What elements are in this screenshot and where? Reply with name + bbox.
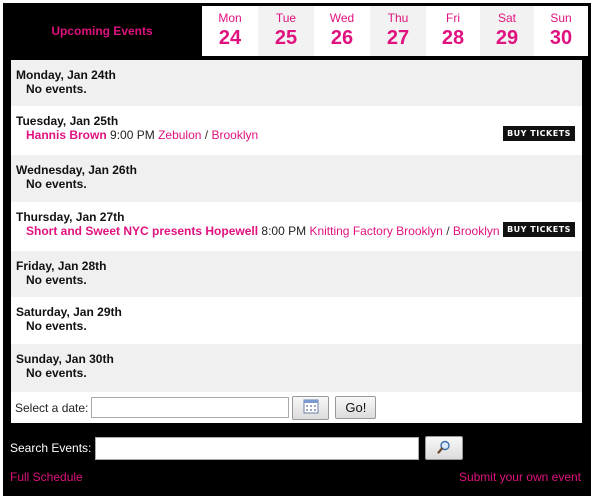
day-name: Thu <box>387 11 409 25</box>
separator: / <box>204 128 209 142</box>
day-name: Wed <box>329 11 355 25</box>
day-tab-fri[interactable]: Fri 28 <box>426 6 480 56</box>
day-block-sunday: Sunday, Jan 30th No events. <box>11 344 582 392</box>
day-block-thursday: Thursday, Jan 27th Short and Sweet NYC p… <box>11 202 582 251</box>
date-select-row: Select a date: Go! <box>11 392 582 423</box>
events-list: Monday, Jan 24th No events. Tuesday, Jan… <box>11 60 582 423</box>
day-number: 30 <box>549 27 573 49</box>
day-number: 27 <box>386 27 410 49</box>
day-heading: Monday, Jan 24th <box>16 68 116 82</box>
separator: / <box>446 224 450 238</box>
submit-event-link[interactable]: Submit your own event <box>459 470 581 484</box>
event-name-link[interactable]: Hannis Brown <box>26 128 107 142</box>
day-number: 29 <box>495 27 519 49</box>
search-input[interactable] <box>95 436 420 460</box>
day-tab-sat[interactable]: Sat 29 <box>480 6 534 56</box>
day-number: 25 <box>274 27 298 49</box>
calendar-icon <box>303 399 319 417</box>
day-block-wednesday: Wednesday, Jan 26th No events. <box>11 155 582 202</box>
day-selector: Mon 24 Tue 25 Wed 26 Thu 27 Fri 28 Sat 2… <box>202 6 588 56</box>
event-row: Short and Sweet NYC presents Hopewell 8:… <box>16 222 582 249</box>
day-tab-wed[interactable]: Wed 26 <box>314 6 370 56</box>
buy-tickets-button[interactable]: BUY TICKETS <box>503 222 575 237</box>
go-button[interactable]: Go! <box>335 396 377 419</box>
date-select-label: Select a date: <box>15 400 89 415</box>
day-heading: Sunday, Jan 30th <box>16 352 114 366</box>
full-schedule-link[interactable]: Full Schedule <box>10 470 83 484</box>
day-heading: Thursday, Jan 27th <box>16 210 125 224</box>
widget-header: Upcoming Events Mon 24 Tue 25 Wed 26 Thu… <box>3 3 591 59</box>
day-name: Sun <box>550 11 572 25</box>
search-row: Search Events: <box>10 435 464 461</box>
date-input[interactable] <box>91 397 290 418</box>
search-button[interactable] <box>425 436 464 460</box>
day-heading: Wednesday, Jan 26th <box>16 163 137 177</box>
day-tab-thu[interactable]: Thu 27 <box>370 6 426 56</box>
no-events-text: No events. <box>26 366 87 380</box>
event-row: Hannis Brown 9:00 PM Zebulon / Brooklyn … <box>16 126 582 153</box>
city-link[interactable]: Brooklyn <box>211 128 258 142</box>
day-heading: Saturday, Jan 29th <box>16 305 122 319</box>
day-block-tuesday: Tuesday, Jan 25th Hannis Brown 9:00 PM Z… <box>11 106 582 155</box>
calendar-button[interactable] <box>292 395 330 420</box>
day-name: Tue <box>275 11 297 25</box>
day-heading: Friday, Jan 28th <box>16 259 107 273</box>
no-events-text: No events. <box>26 319 87 333</box>
city-link[interactable]: Brooklyn <box>453 224 500 238</box>
buy-tickets-button[interactable]: BUY TICKETS <box>503 126 575 141</box>
day-tab-tue[interactable]: Tue 25 <box>258 6 314 56</box>
search-label: Search Events: <box>10 441 92 455</box>
day-name: Fri <box>446 11 460 25</box>
day-tab-sun[interactable]: Sun 30 <box>534 6 588 56</box>
no-events-text: No events. <box>26 82 87 96</box>
day-name: Mon <box>218 11 242 25</box>
day-heading: Tuesday, Jan 25th <box>16 114 119 128</box>
event-name-link[interactable]: Short and Sweet NYC presents Hopewell <box>26 224 258 238</box>
day-block-saturday: Saturday, Jan 29th No events. <box>11 297 582 344</box>
day-block-friday: Friday, Jan 28th No events. <box>11 251 582 297</box>
venue-link[interactable]: Knitting Factory Brooklyn <box>309 224 442 238</box>
day-block-monday: Monday, Jan 24th No events. <box>11 60 582 106</box>
day-name: Sat <box>497 11 516 25</box>
events-widget: Upcoming Events Mon 24 Tue 25 Wed 26 Thu… <box>3 3 591 496</box>
day-number: 28 <box>441 27 465 49</box>
day-number: 24 <box>218 27 242 49</box>
no-events-text: No events. <box>26 273 87 287</box>
day-tab-mon[interactable]: Mon 24 <box>202 6 258 56</box>
no-events-text: No events. <box>26 177 87 191</box>
widget-title: Upcoming Events <box>51 24 153 38</box>
event-time: 8:00 PM <box>261 224 307 238</box>
day-number: 26 <box>330 27 354 49</box>
event-time: 9:00 PM <box>110 128 155 142</box>
venue-link[interactable]: Zebulon <box>158 128 201 142</box>
magnifier-icon <box>437 440 451 457</box>
